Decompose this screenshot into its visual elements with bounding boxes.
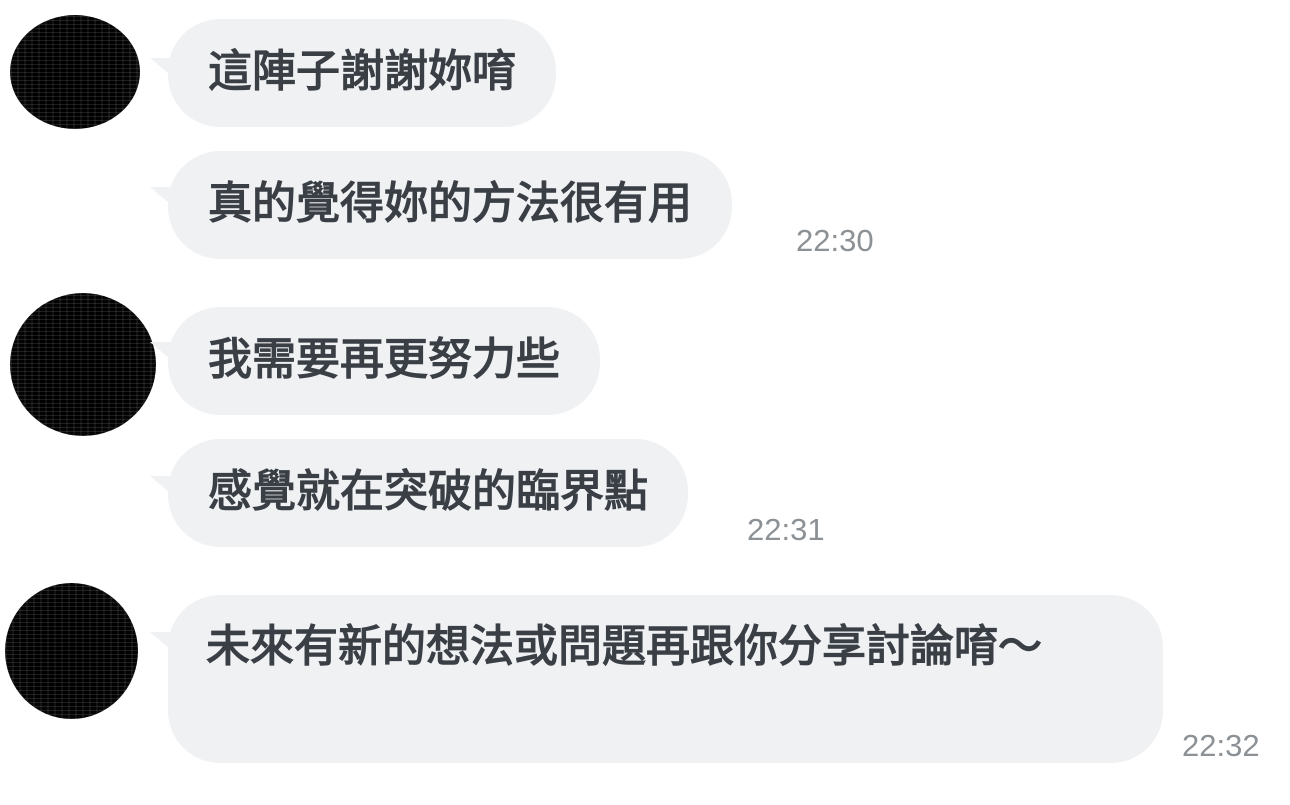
message-text: 感覺就在突破的臨界點 [208,466,648,517]
message-text: 未來有新的想法或問題再跟你分享討論唷～ [206,621,1042,672]
message-text: 我需要再更努力些 [208,334,560,385]
message-text: 真的覺得妳的方法很有用 [208,178,692,229]
contact-avatar[interactable] [10,15,140,129]
message-bubble[interactable]: 這陣子謝謝妳唷 [168,19,556,127]
message-bubble[interactable]: 感覺就在突破的臨界點 [168,439,688,547]
message-timestamp: 22:32 [1182,728,1260,763]
message-bubble[interactable]: 未來有新的想法或問題再跟你分享討論唷～ [168,595,1163,763]
message-bubble[interactable]: 真的覺得妳的方法很有用 [168,151,732,259]
message-timestamp: 22:31 [747,512,825,547]
chat-thread: 這陣子謝謝妳唷 真的覺得妳的方法很有用 22:30 我需要再更努力些 感覺就在突… [0,0,1290,805]
message-bubble[interactable]: 我需要再更努力些 [168,307,600,415]
message-text: 這陣子謝謝妳唷 [208,46,516,97]
contact-avatar[interactable] [10,293,156,436]
message-timestamp: 22:30 [796,223,874,258]
contact-avatar[interactable] [5,583,138,719]
